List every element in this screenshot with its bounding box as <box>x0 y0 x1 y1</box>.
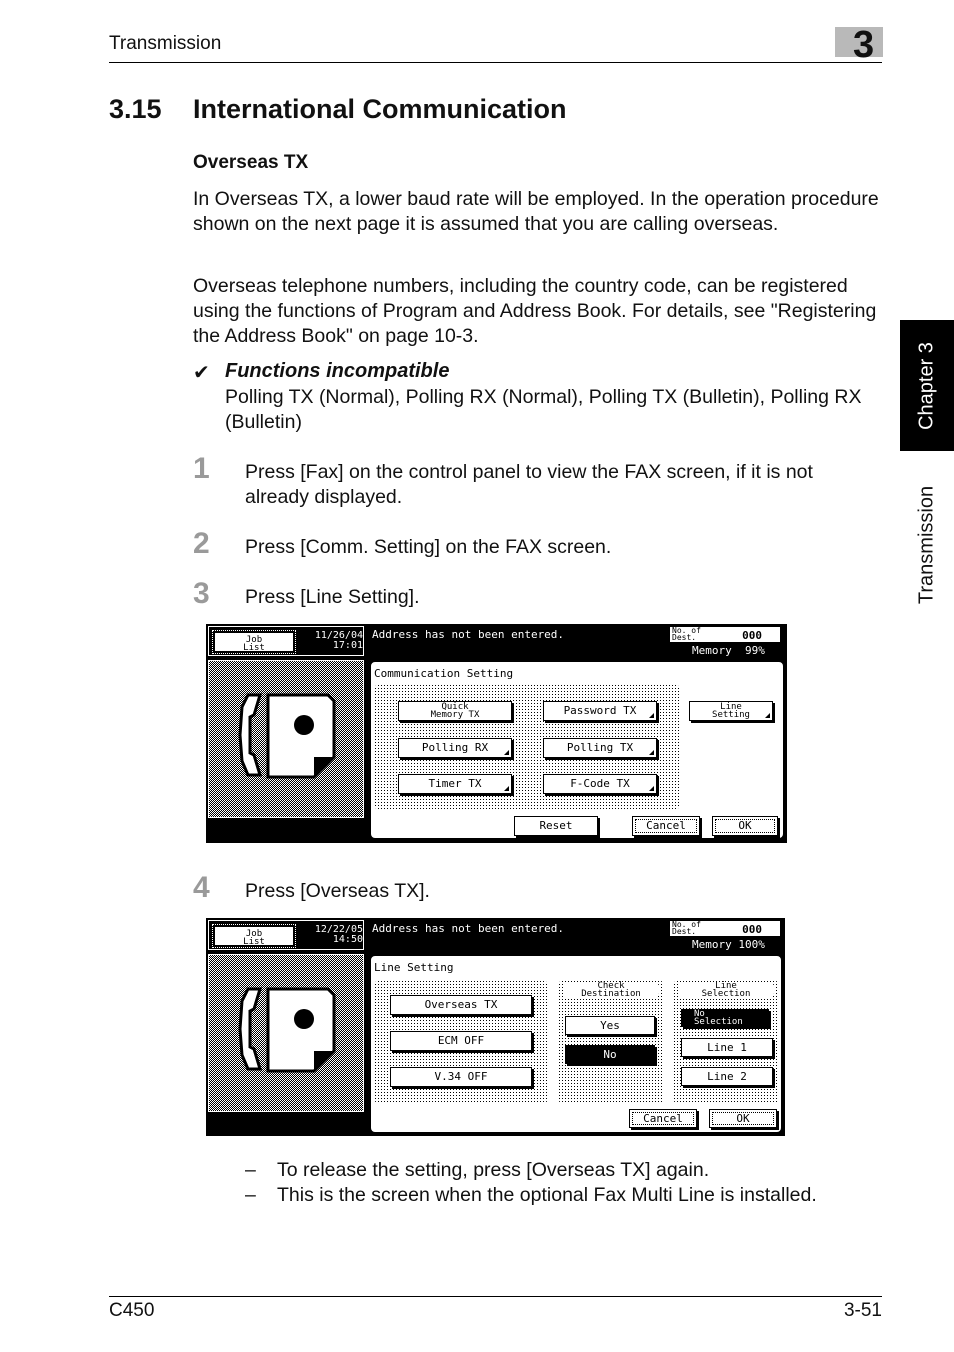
incompatible-title: Functions incompatible <box>225 360 450 382</box>
dest-label: No. of Dest. <box>672 626 701 642</box>
line-setting-screen: Job List 12/22/05 14:50 Address has not … <box>206 918 785 1136</box>
time: 17:01 <box>332 640 363 651</box>
running-header: Transmission <box>109 33 222 54</box>
check-destination-label: Check Destination <box>563 982 659 999</box>
section-number: 3.15 <box>109 94 162 124</box>
no-selection-button[interactable]: No Selection <box>681 1009 769 1027</box>
dest-value: 000 <box>742 629 762 642</box>
side-tab-section: Transmission <box>900 460 954 630</box>
header-rule <box>109 62 882 63</box>
check-destination-no-button[interactable]: No <box>565 1045 655 1064</box>
memory-indicator: Memory 100% <box>692 938 765 951</box>
job-list-area: Job List 11/26/04 17:01 <box>208 626 364 656</box>
check-mark-icon: ✔ <box>193 362 210 384</box>
dest-label: No. of Dest. <box>672 920 701 936</box>
step-number: 1 <box>193 452 210 485</box>
polling-rx-button[interactable]: Polling RX <box>398 738 512 758</box>
fcode-tx-button[interactable]: F-Code TX <box>543 774 657 794</box>
comm-setting-pane: Communication Setting Quick Memory TX Pa… <box>369 660 785 840</box>
step-text: Press [Fax] on the control panel to view… <box>245 461 813 508</box>
pane-title: Communication Setting <box>374 667 514 680</box>
pane-title: Line Setting <box>374 961 454 974</box>
password-tx-button[interactable]: Password TX <box>543 701 657 721</box>
step-number: 2 <box>193 527 210 560</box>
ok-button[interactable]: OK <box>712 816 778 836</box>
quick-memory-tx-button[interactable]: Quick Memory TX <box>398 701 512 721</box>
dest-count: No. of Dest. 000 <box>670 921 780 936</box>
time: 14:50 <box>332 934 363 945</box>
step-text: Press [Overseas TX]. <box>245 880 430 902</box>
datetime: 12/22/05 14:50 <box>301 925 363 945</box>
subheading: Overseas TX <box>193 152 309 173</box>
line-1-button[interactable]: Line 1 <box>681 1038 773 1057</box>
line-selection-label: Line Selection <box>678 982 774 999</box>
side-tab-chapter: Chapter 3 <box>900 320 954 451</box>
datetime: 11/26/04 17:01 <box>301 631 363 651</box>
status-message: Address has not been entered. <box>372 628 565 641</box>
cancel-button[interactable]: Cancel <box>632 816 700 836</box>
line-2-button[interactable]: Line 2 <box>681 1067 773 1086</box>
cancel-button[interactable]: Cancel <box>629 1109 697 1128</box>
fax-phone-icon <box>238 987 336 1073</box>
status-message: Address has not been entered. <box>372 922 565 935</box>
line-setting-pane: Line Setting Overseas TX ECM OFF V.34 OF… <box>369 954 783 1134</box>
job-list-area: Job List 12/22/05 14:50 <box>208 920 364 950</box>
v34-off-button[interactable]: V.34 OFF <box>390 1067 532 1087</box>
comm-setting-screen: Job List 11/26/04 17:01 Address has not … <box>206 624 787 843</box>
footer-rule <box>109 1296 882 1297</box>
ecm-off-button[interactable]: ECM OFF <box>390 1031 532 1051</box>
incompatible-body: Polling TX (Normal), Polling RX (Normal)… <box>225 386 862 433</box>
note-dash: – <box>245 1159 256 1181</box>
job-list-button[interactable]: Job List <box>212 924 296 948</box>
footer-model: C450 <box>109 1300 155 1321</box>
polling-tx-button[interactable]: Polling TX <box>543 738 657 758</box>
fax-phone-icon <box>238 693 336 779</box>
step-number: 3 <box>193 577 210 610</box>
section-title: International Communication <box>193 94 567 124</box>
ok-button[interactable]: OK <box>709 1109 777 1128</box>
dest-value: 000 <box>742 923 762 936</box>
paragraph: Overseas telephone numbers, including th… <box>193 275 877 347</box>
overseas-tx-button[interactable]: Overseas TX <box>390 995 532 1015</box>
side-tab-chapter-label: Chapter 3 <box>915 341 938 430</box>
note-text: This is the screen when the optional Fax… <box>277 1184 817 1206</box>
fax-mode-panel <box>208 954 364 1112</box>
fax-mode-panel <box>208 660 364 818</box>
step-number: 4 <box>193 871 210 904</box>
line-setting-button[interactable]: Line Setting <box>689 701 773 721</box>
paragraph: In Overseas TX, a lower baud rate will b… <box>193 188 879 235</box>
reset-button[interactable]: Reset <box>514 816 598 836</box>
timer-tx-button[interactable]: Timer TX <box>398 774 512 794</box>
step-text: Press [Comm. Setting] on the FAX screen. <box>245 536 612 558</box>
job-list-button[interactable]: Job List <box>212 630 296 654</box>
dest-count: No. of Dest. 000 <box>670 627 780 642</box>
note-text: To release the setting, press [Overseas … <box>277 1159 710 1181</box>
note-dash: – <box>245 1184 256 1206</box>
check-destination-yes-button[interactable]: Yes <box>565 1016 655 1035</box>
memory-indicator: Memory 99% <box>692 644 765 657</box>
chapter-number: 3 <box>853 24 875 66</box>
side-tab-section-label: Transmission <box>915 485 938 605</box>
step-text: Press [Line Setting]. <box>245 586 420 608</box>
footer-page-number: 3-51 <box>843 1300 882 1321</box>
